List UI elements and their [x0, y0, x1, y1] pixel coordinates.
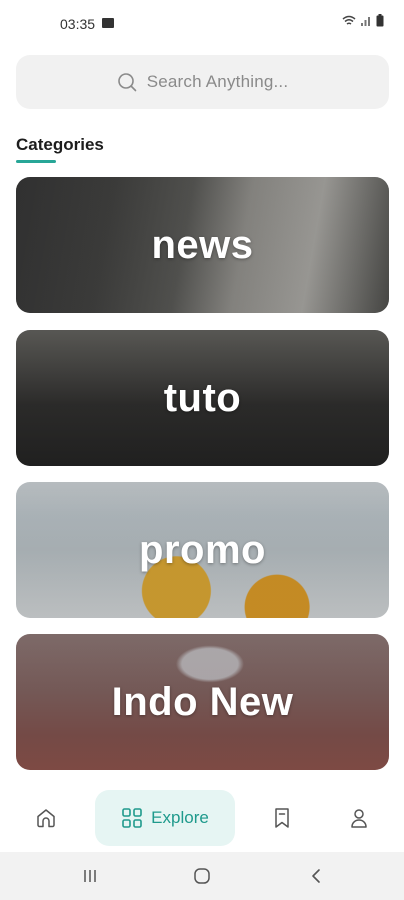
status-time: 03:35	[60, 16, 96, 32]
status-icons	[342, 14, 384, 27]
home-circle-icon	[194, 868, 210, 884]
category-label: news	[151, 222, 254, 267]
recent-apps-icon	[84, 870, 96, 882]
category-label: tuto	[163, 375, 242, 420]
system-back-button[interactable]	[296, 864, 336, 888]
status-bar: 03:35	[0, 0, 404, 50]
system-home-button[interactable]	[182, 864, 222, 888]
bottom-navigation: Explore	[0, 782, 404, 852]
signal-icon	[361, 16, 370, 26]
nav-explore[interactable]: Explore	[95, 790, 235, 846]
category-card-news[interactable]: news	[16, 177, 389, 313]
nav-explore-label: Explore	[151, 808, 209, 827]
category-card-tuto[interactable]: tuto	[16, 330, 389, 466]
categories-underline	[16, 160, 56, 163]
home-icon	[37, 809, 55, 828]
battery-icon	[376, 14, 384, 27]
bookmark-icon	[275, 808, 289, 828]
recent-apps-button[interactable]	[70, 864, 110, 888]
gallery-icon	[102, 18, 114, 28]
category-card-promo[interactable]: promo	[16, 482, 389, 618]
explore-icon	[122, 808, 142, 828]
nav-bookmark[interactable]	[254, 790, 310, 846]
search-placeholder: Search Anything...	[146, 72, 289, 91]
back-icon	[312, 869, 320, 883]
nav-profile[interactable]	[331, 790, 387, 846]
category-label: promo	[139, 527, 266, 572]
categories-heading: Categories	[16, 135, 104, 154]
category-card-indo-new[interactable]: Indo New	[16, 634, 389, 770]
search-input[interactable]: Search Anything...	[16, 55, 389, 109]
category-label: Indo New	[111, 679, 294, 724]
search-icon	[117, 73, 137, 92]
system-navigation-bar	[0, 852, 404, 900]
wifi-icon	[342, 15, 356, 25]
profile-icon	[351, 809, 367, 828]
nav-home[interactable]	[18, 790, 74, 846]
